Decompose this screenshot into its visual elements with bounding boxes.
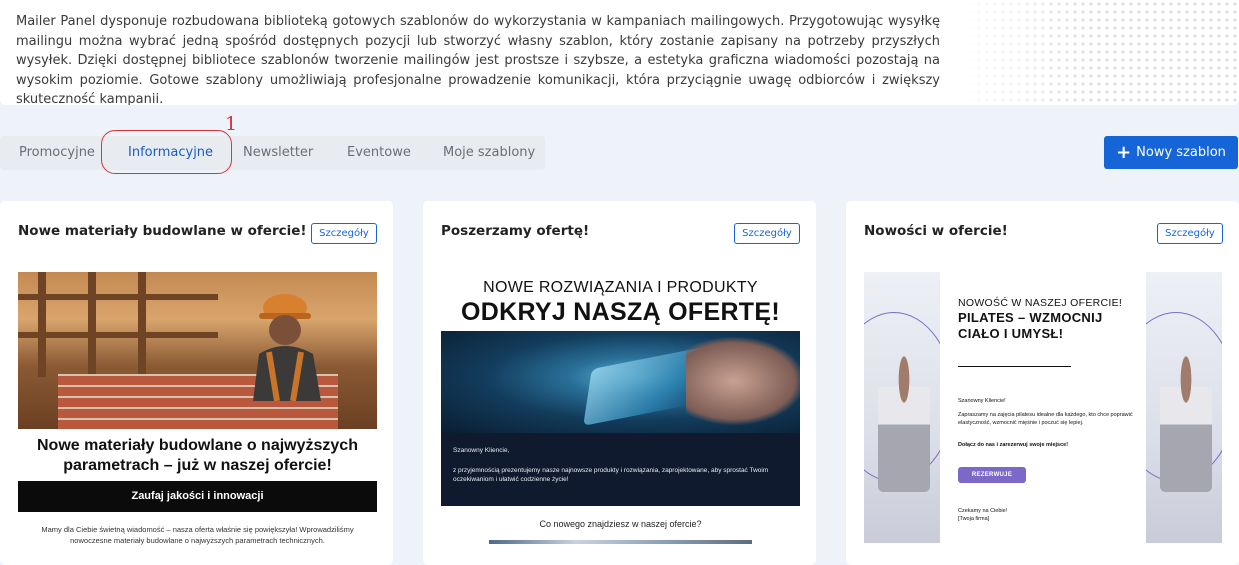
smartphone-image (441, 331, 800, 433)
preview-heading: Nowe materiały budowlane o najwyższych p… (37, 437, 358, 474)
template-card: Nowe materiały budowlane w ofercie! Szcz… (0, 201, 393, 565)
decorative-dot-pattern (959, 0, 1239, 105)
new-template-button[interactable]: + Nowy szablon (1104, 136, 1238, 169)
divider (958, 366, 1071, 367)
preview-subheading: NOWOŚĆ W NASZEJ OFERCIE! (958, 297, 1123, 309)
preview-heading: ODKRYJ NASZĄ OFERTĘ! (461, 298, 780, 326)
preview-dark-section: Szanowny Kliencie, z przyjemnością preze… (441, 433, 800, 506)
preview-body: z przyjemnością prezentujemy nasze najno… (453, 467, 769, 483)
preview-content: NOWOŚĆ W NASZEJ OFERCIE! PILATES – WZMOC… (940, 272, 1146, 543)
pilates-woman-image (1146, 272, 1222, 543)
pilates-woman-image (864, 272, 940, 543)
preview-question: Co nowego znajdziesz w naszej ofercie? (539, 519, 702, 529)
details-button[interactable]: Szczegóły (1157, 223, 1223, 244)
preview-greeting: Szanowny Kliencie, (453, 447, 510, 454)
details-button[interactable]: Szczegóły (734, 223, 800, 244)
template-preview[interactable]: Nowe materiały budowlane o najwyższych p… (18, 272, 377, 565)
preview-body: Mamy dla Ciebie świetną wiadomość – nasz… (41, 525, 354, 545)
preview-banner: Zaufaj jakości i innowacji (18, 481, 377, 512)
template-category-tabs: Promocyjne Informacyjne Newsletter Event… (0, 136, 545, 170)
annotation-number: 1 (225, 113, 238, 135)
preview-heading: PILATES – WZMOCNIJ CIAŁO I UMYSŁ! (958, 310, 1103, 341)
template-card: Poszerzamy ofertę! Szczegóły NOWE ROZWIĄ… (423, 201, 816, 565)
plus-icon: + (1116, 141, 1132, 163)
preview-image-strip (489, 540, 752, 544)
intro-description: Mailer Panel dysponuje rozbudowana bibli… (16, 14, 940, 105)
annotation-highlight-oval (101, 130, 232, 174)
preview-greeting: Szanowny Kliencie! (958, 398, 1006, 404)
card-title: Poszerzamy ofertę! (441, 223, 590, 239)
intro-panel: Mailer Panel dysponuje rozbudowana bibli… (0, 0, 1239, 105)
construction-worker-image (18, 272, 377, 429)
reserve-button: REZERWUJE (958, 467, 1026, 483)
preview-body: Zapraszamy na zajęcia pilatesu idealne d… (958, 412, 1133, 426)
new-template-label: Nowy szablon (1136, 145, 1226, 160)
tab-promocyjne[interactable]: Promocyjne (19, 136, 95, 170)
template-card: Nowości w ofercie! Szczegóły NOWOŚĆ W NA… (846, 201, 1239, 565)
preview-cta-text: Dołącz do nas i zarezerwuj swoje miejsce… (958, 442, 1069, 448)
tab-newsletter[interactable]: Newsletter (243, 136, 313, 170)
preview-subheading: NOWE ROZWIĄZANIA I PRODUKTY (483, 279, 758, 296)
template-preview[interactable]: NOWE ROZWIĄZANIA I PRODUKTY ODKRYJ NASZĄ… (441, 272, 800, 565)
details-button[interactable]: Szczegóły (311, 223, 377, 244)
card-title: Nowości w ofercie! (864, 223, 1008, 239)
card-title: Nowe materiały budowlane w ofercie! (18, 223, 307, 239)
tab-eventowe[interactable]: Eventowe (347, 136, 411, 170)
preview-closing: Czekamy na Ciebie! (958, 508, 1008, 514)
tab-moje-szablony[interactable]: Moje szablony (443, 136, 535, 170)
template-preview[interactable]: NOWOŚĆ W NASZEJ OFERCIE! PILATES – WZMOC… (864, 272, 1223, 565)
preview-signature: [Twoja firma] (958, 516, 990, 522)
